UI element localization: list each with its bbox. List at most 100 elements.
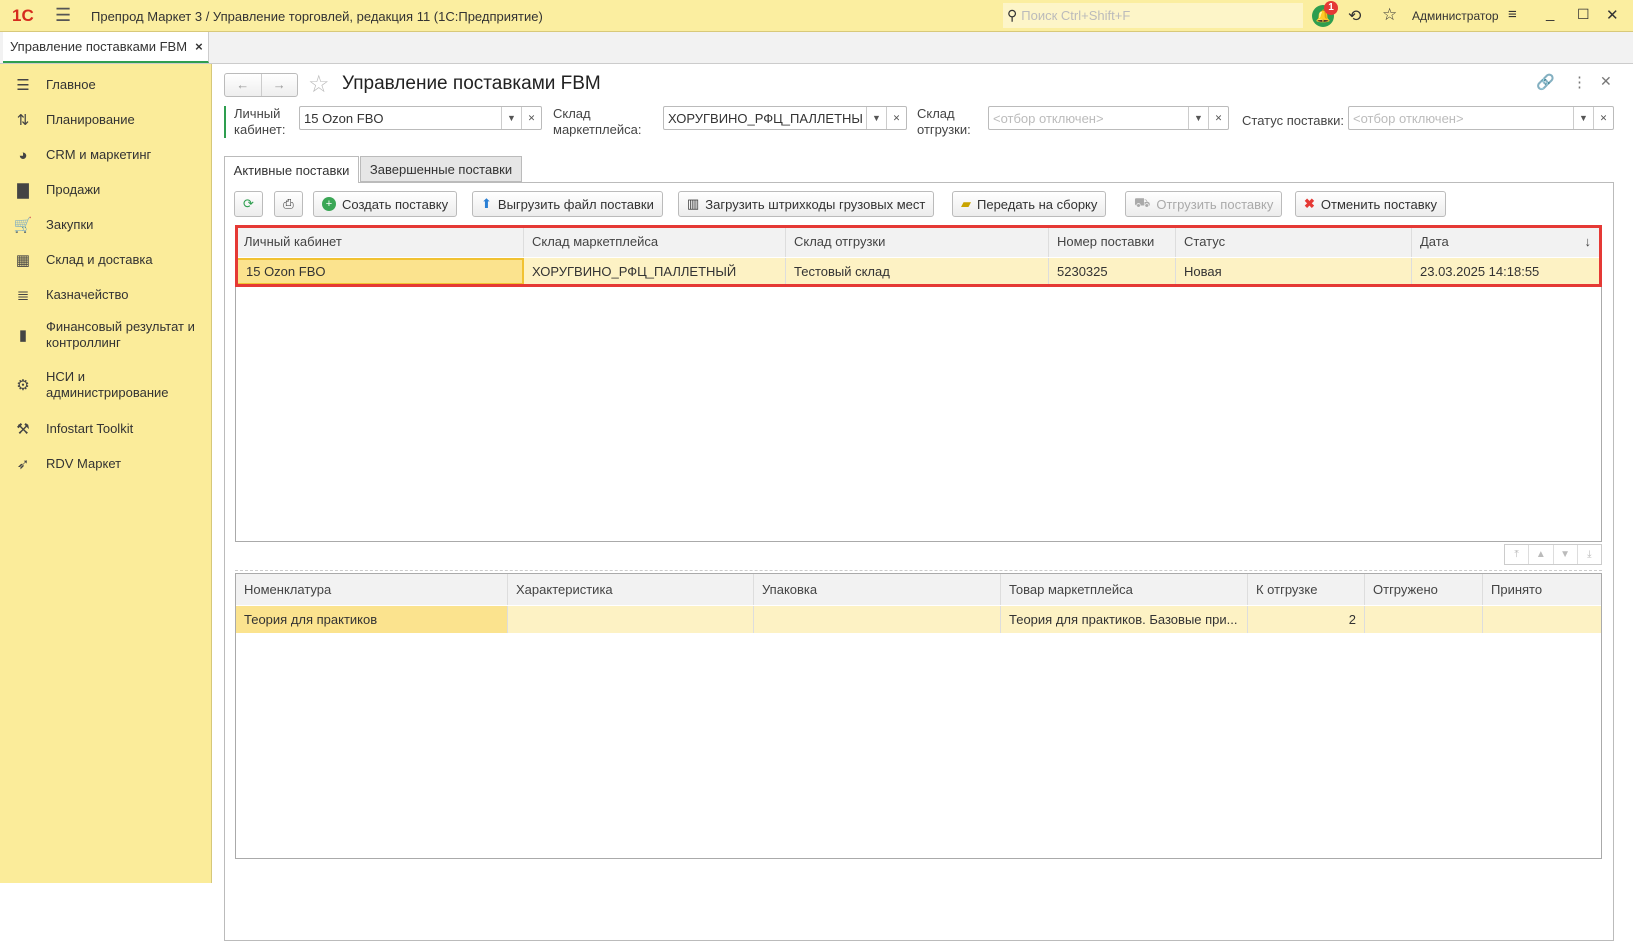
gear-icon: ⚙ <box>16 377 30 394</box>
plus-icon: + <box>322 197 336 211</box>
more-icon[interactable]: ⋮ <box>1572 73 1587 91</box>
sidebar-item-purchases[interactable]: 🛒 Закупки <box>0 210 212 240</box>
mp-warehouse-field[interactable]: ХОРУГВИНО_РФЦ_ПАЛЛЕТНЫ ▼ ✕ <box>663 106 907 130</box>
table-cell[interactable]: 2 <box>1248 606 1365 633</box>
warehouse-icon: ▦ <box>15 252 31 269</box>
user-name[interactable]: Администратор <box>1412 9 1499 23</box>
table-cell[interactable]: 15 Ozon FBO <box>236 258 524 285</box>
assembly-icon: ▰ <box>961 196 971 211</box>
sidebar-item-rdv[interactable]: ➶ RDV Маркет <box>0 449 212 479</box>
status-field[interactable]: <отбор отключен> ▼ ✕ <box>1348 106 1614 130</box>
table-cell[interactable] <box>1365 606 1483 633</box>
ship-warehouse-field[interactable]: <отбор отключен> ▼ ✕ <box>988 106 1229 130</box>
column-header-status[interactable]: Статус <box>1176 226 1412 257</box>
send-to-assembly-button[interactable]: ▰ Передать на сборку <box>952 191 1107 217</box>
sort-desc-icon: ↓ <box>1584 234 1592 249</box>
sidebar-item-sales[interactable]: ▇ Продажи <box>0 175 212 205</box>
ship-supply-button[interactable]: ⛟ Отгрузить поставку <box>1125 191 1283 217</box>
table-cell[interactable] <box>754 606 1001 633</box>
table-cell[interactable]: Теория для практиков <box>236 606 508 633</box>
column-header-date[interactable]: Дата ↓ <box>1412 226 1601 257</box>
clear-icon[interactable]: ✕ <box>521 107 541 129</box>
table-cell[interactable]: Теория для практиков. Базовые при... <box>1001 606 1248 633</box>
cancel-supply-button[interactable]: ✖ Отменить поставку <box>1295 191 1446 217</box>
column-header-accepted[interactable]: Принято <box>1483 574 1601 605</box>
sidebar-item-warehouse[interactable]: ▦ Склад и доставка <box>0 245 212 275</box>
load-barcodes-button[interactable]: ▥ Загрузить штрихкоды грузовых мест <box>678 191 935 217</box>
coins-icon: ≣ <box>16 287 30 304</box>
history-icon[interactable]: ⟲ <box>1348 6 1361 26</box>
cart-icon: 🛒 <box>13 217 33 234</box>
sidebar-item-crm[interactable]: ◕ CRM и маркетинг <box>0 140 212 170</box>
back-arrow-icon[interactable]: ← <box>225 74 262 96</box>
table-cell[interactable]: ХОРУГВИНО_РФЦ_ПАЛЛЕТНЫЙ <box>524 258 786 285</box>
close-window-button[interactable]: ✕ <box>1606 6 1619 24</box>
search-icon: ⚲ <box>1007 7 1018 23</box>
truck-icon: ⛟ <box>1134 195 1151 210</box>
table-cell[interactable] <box>508 606 754 633</box>
column-header-nomenclature[interactable]: Номенклатура <box>236 574 508 605</box>
tab-completed-supplies[interactable]: Завершенные поставки <box>360 156 522 182</box>
favorite-star-icon[interactable]: ☆ <box>308 70 330 99</box>
sidebar-item-planning[interactable]: ⇅ Планирование <box>0 105 212 135</box>
move-down-icon[interactable]: ▼ <box>1554 545 1578 564</box>
column-header-supply-number[interactable]: Номер поставки <box>1049 226 1176 257</box>
sidebar-item-infostart[interactable]: ⚒ Infostart Toolkit <box>0 414 212 444</box>
column-header-shipped[interactable]: Отгружено <box>1365 574 1483 605</box>
sidebar-item-admin[interactable]: ⚙ НСИ и администрирование <box>0 365 212 405</box>
print-button[interactable]: ⎙ <box>274 191 303 217</box>
settings-menu-icon[interactable]: ≡ <box>1508 6 1517 23</box>
clear-icon[interactable]: ✕ <box>886 107 906 129</box>
pie-icon: ◕ <box>18 146 28 164</box>
table-cell[interactable]: 5230325 <box>1049 258 1176 285</box>
move-up-icon[interactable]: ▲ <box>1529 545 1554 564</box>
export-supply-button[interactable]: ⬆ Выгрузить файл поставки <box>472 191 663 217</box>
nav-buttons: ← → <box>224 73 298 97</box>
sidebar-item-finance[interactable]: ▮ Финансовый результат и контроллинг <box>0 315 212 355</box>
column-header-ship-warehouse[interactable]: Склад отгрузки <box>786 226 1049 257</box>
open-tabs-bar: Управление поставками FBM × <box>0 32 1633 64</box>
column-header-package[interactable]: Упаковка <box>754 574 1001 605</box>
tools-icon: ⚒ <box>16 421 30 438</box>
table-cell[interactable]: Тестовый склад <box>786 258 1049 285</box>
favorites-star-icon[interactable]: ☆ <box>1382 5 1397 25</box>
barcode-icon: ▥ <box>687 196 700 211</box>
move-bottom-icon[interactable]: ⤓ <box>1578 545 1601 564</box>
forward-arrow-icon[interactable]: → <box>262 74 298 96</box>
dropdown-icon[interactable]: ▼ <box>866 107 886 129</box>
tab-active-supplies[interactable]: Активные поставки <box>224 156 359 183</box>
tab-supply-management[interactable]: Управление поставками FBM × <box>3 32 209 63</box>
column-header-mp-warehouse[interactable]: Склад маркетплейса <box>524 226 786 257</box>
clear-icon[interactable]: ✕ <box>1208 107 1228 129</box>
close-form-icon[interactable]: ✕ <box>1600 73 1612 90</box>
refresh-button[interactable]: ⟳ <box>234 191 263 217</box>
table-cell[interactable] <box>1483 606 1601 633</box>
create-supply-button[interactable]: + Создать поставку <box>313 191 458 217</box>
title-bar: 1С ☰ Препрод Маркет 3 / Управление торго… <box>0 0 1633 32</box>
maximize-button[interactable]: ☐ <box>1577 6 1590 23</box>
splitter[interactable] <box>235 570 1602 571</box>
minimize-button[interactable]: _ <box>1546 5 1554 22</box>
clear-icon[interactable]: ✕ <box>1593 107 1613 129</box>
dropdown-icon[interactable]: ▼ <box>501 107 521 129</box>
close-tab-icon[interactable]: × <box>195 39 203 54</box>
bag-icon: ▇ <box>17 182 29 199</box>
column-header-cabinet[interactable]: Личный кабинет <box>236 226 524 257</box>
sidebar-item-main[interactable]: ☰ Главное <box>0 70 212 100</box>
dropdown-icon[interactable]: ▼ <box>1573 107 1593 129</box>
table-cell[interactable]: Новая <box>1176 258 1412 285</box>
cabinet-field[interactable]: 15 Ozon FBO ▼ ✕ <box>299 106 542 130</box>
cancel-x-icon: ✖ <box>1304 196 1315 211</box>
main-menu-icon[interactable]: ☰ <box>55 5 71 26</box>
sidebar-item-treasury[interactable]: ≣ Казначейство <box>0 280 212 310</box>
move-top-icon[interactable]: ⤒ <box>1505 545 1530 564</box>
rocket-icon: ➶ <box>16 456 30 473</box>
search-input[interactable]: ⚲ Поиск Ctrl+Shift+F <box>1003 3 1303 28</box>
column-header-to-ship[interactable]: К отгрузке <box>1248 574 1365 605</box>
link-icon[interactable]: 🔗 <box>1536 73 1555 91</box>
table-cell[interactable]: 23.03.2025 14:18:55 <box>1412 258 1601 285</box>
column-header-mp-product[interactable]: Товар маркетплейса <box>1001 574 1248 605</box>
tab-label: Управление поставками FBM <box>10 39 188 54</box>
column-header-characteristic[interactable]: Характеристика <box>508 574 754 605</box>
dropdown-icon[interactable]: ▼ <box>1188 107 1208 129</box>
